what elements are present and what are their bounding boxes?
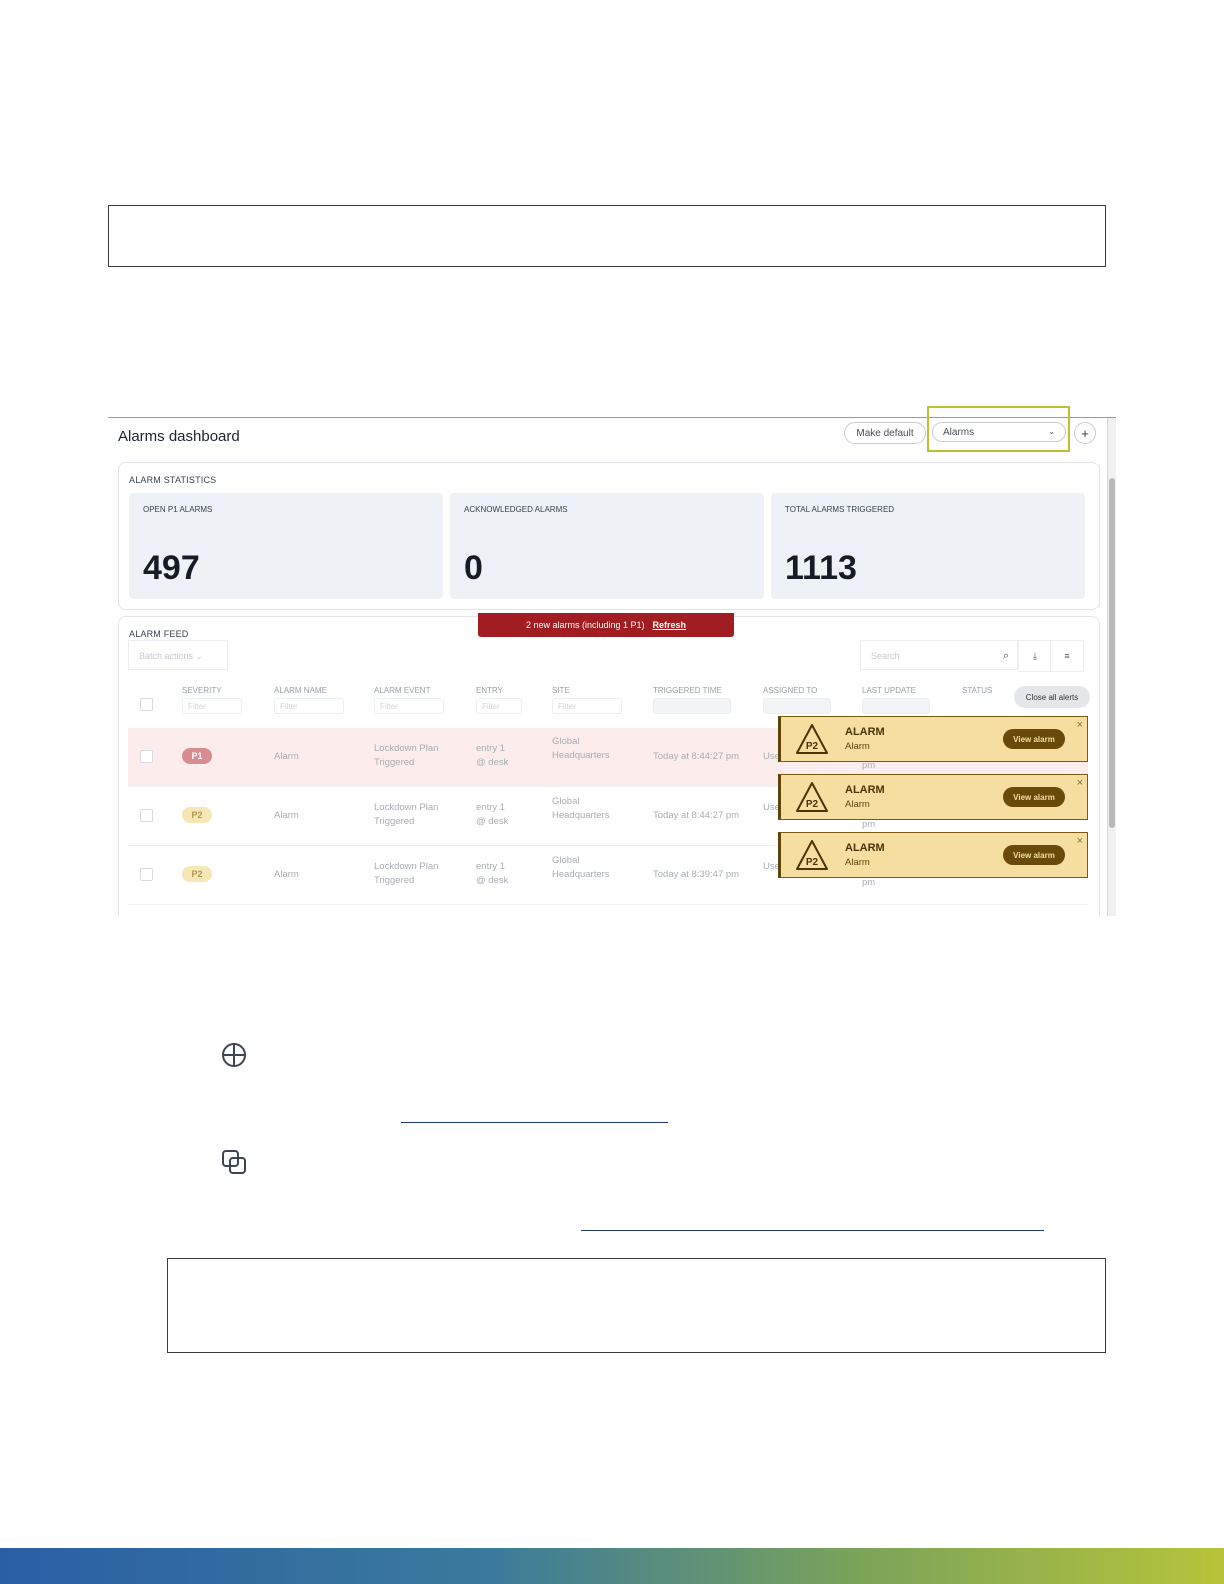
copy-icon: [222, 1150, 246, 1174]
stat-card-total: TOTAL ALARMS TRIGGERED 1113: [771, 493, 1085, 599]
entry-cell: entry 1 @ desk: [476, 861, 509, 886]
stat-value: 0: [464, 549, 483, 587]
make-default-button[interactable]: Make default: [844, 422, 926, 444]
severity-filter[interactable]: Filter: [182, 698, 242, 714]
assigned-to-filter[interactable]: [763, 698, 831, 714]
stat-card-open-p1: OPEN P1 ALARMS 497: [129, 493, 443, 599]
alarms-dashboard-screenshot: Alarms dashboard Make default Alarms ⌄ +…: [108, 417, 1116, 916]
row-checkbox[interactable]: [140, 750, 153, 763]
footer-gradient-bar: [0, 1548, 1224, 1584]
severity-badge: P2: [182, 807, 212, 823]
column-header-site[interactable]: SITE: [552, 686, 570, 695]
column-header-severity[interactable]: SEVERITY: [182, 686, 222, 695]
filter-button[interactable]: ≡: [1050, 640, 1084, 672]
close-icon[interactable]: ×: [1077, 835, 1083, 847]
column-header-alarm-event[interactable]: ALARM EVENT: [374, 686, 430, 695]
stat-label: ACKNOWLEDGED ALARMS: [464, 505, 568, 514]
alarm-toast: P2 ALARM Alarm View alarm ×: [778, 832, 1088, 878]
alarm-event-cell: Lockdown Plan Triggered: [374, 861, 439, 886]
toast-title: ALARM: [845, 842, 885, 854]
alarm-toast: P2 ALARM Alarm View alarm ×: [778, 774, 1088, 820]
column-header-alarm-name[interactable]: ALARM NAME: [274, 686, 327, 695]
stat-label: OPEN P1 ALARMS: [143, 505, 213, 514]
svg-text:P2: P2: [806, 799, 819, 810]
new-alarms-banner: 2 new alarms (including 1 P1) Refresh: [478, 613, 734, 637]
batch-actions-select[interactable]: Batch actions ⌄: [128, 640, 228, 670]
triggered-time-filter[interactable]: [653, 698, 731, 714]
toast-subtitle: Alarm: [845, 857, 870, 868]
refresh-link[interactable]: Refresh: [653, 620, 687, 630]
globe-icon: [222, 1043, 246, 1067]
stat-card-acknowledged: ACKNOWLEDGED ALARMS 0: [450, 493, 764, 599]
close-icon[interactable]: ×: [1077, 719, 1083, 731]
alarm-name-cell: Alarm: [274, 869, 299, 880]
download-icon: ⤓: [1033, 651, 1037, 661]
triggered-time-cell: Today at 8:44:27 pm: [653, 751, 740, 762]
stat-label: TOTAL ALARMS TRIGGERED: [785, 505, 895, 514]
hyperlink-underline[interactable]: [401, 1122, 668, 1123]
toast-subtitle: Alarm: [845, 741, 870, 752]
highlight-annotation: [927, 406, 1070, 452]
triggered-time-cell: Today at 8:44:27 pm: [653, 810, 740, 821]
search-input[interactable]: Search ⌕: [860, 640, 1018, 670]
hyperlink-underline[interactable]: [581, 1230, 1044, 1231]
svg-text:P2: P2: [806, 857, 819, 868]
scrollbar-thumb[interactable]: [1109, 478, 1115, 828]
warning-triangle-icon: P2: [796, 782, 828, 812]
add-dashboard-button[interactable]: +: [1074, 422, 1096, 444]
svg-text:P2: P2: [806, 741, 819, 752]
search-icon[interactable]: ⌕: [1003, 641, 1009, 671]
entry-cell: entry 1 @ desk: [476, 802, 509, 827]
triggered-time-cell: Today at 8:39:47 pm: [653, 869, 740, 880]
select-all-checkbox[interactable]: [140, 698, 153, 711]
download-button[interactable]: ⤓: [1018, 640, 1052, 672]
toast-subtitle: Alarm: [845, 799, 870, 810]
severity-badge: P2: [182, 866, 212, 882]
filter-icon: ≡: [1064, 651, 1070, 661]
vertical-scrollbar[interactable]: [1107, 418, 1116, 916]
alarm-name-cell: Alarm: [274, 751, 299, 762]
last-update-cell: pm: [862, 877, 876, 888]
page-title: Alarms dashboard: [118, 428, 240, 445]
alarm-toast: P2 ALARM Alarm View alarm ×: [778, 716, 1088, 762]
column-header-assigned-to[interactable]: ASSIGNED TO: [763, 686, 817, 695]
alarm-name-cell: Alarm: [274, 810, 299, 821]
warning-triangle-icon: P2: [796, 724, 828, 754]
view-alarm-button[interactable]: View alarm: [1003, 729, 1065, 749]
site-filter[interactable]: Filter: [552, 698, 622, 714]
close-all-alerts-button[interactable]: Close all alerts: [1014, 686, 1090, 708]
site-cell: Global Headquarters: [552, 855, 610, 880]
entry-cell: entry 1 @ desk: [476, 743, 509, 768]
site-cell: Global Headquarters: [552, 796, 610, 821]
alarm-event-cell: Lockdown Plan Triggered: [374, 802, 439, 827]
last-update-cell: pm: [862, 819, 876, 830]
warning-triangle-icon: P2: [796, 840, 828, 870]
stat-value: 1113: [785, 549, 857, 587]
last-update-filter[interactable]: [862, 698, 930, 714]
column-header-entry[interactable]: ENTRY: [476, 686, 503, 695]
callout-box-top: [108, 205, 1106, 267]
alarm-name-filter[interactable]: Filter: [274, 698, 344, 714]
toast-title: ALARM: [845, 726, 885, 738]
alarm-event-cell: Lockdown Plan Triggered: [374, 743, 439, 768]
callout-box-bottom: [167, 1258, 1106, 1353]
close-icon[interactable]: ×: [1077, 777, 1083, 789]
column-header-status[interactable]: STATUS: [962, 686, 992, 695]
view-alarm-button[interactable]: View alarm: [1003, 787, 1065, 807]
alarm-event-filter[interactable]: Filter: [374, 698, 444, 714]
statistics-label: ALARM STATISTICS: [129, 475, 217, 485]
site-cell: Global Headquarters: [552, 736, 610, 761]
severity-badge: P1: [182, 748, 212, 764]
column-header-triggered-time[interactable]: TRIGGERED TIME: [653, 686, 722, 695]
row-checkbox[interactable]: [140, 868, 153, 881]
view-alarm-button[interactable]: View alarm: [1003, 845, 1065, 865]
toast-title: ALARM: [845, 784, 885, 796]
alarm-statistics-panel: ALARM STATISTICS OPEN P1 ALARMS 497 ACKN…: [118, 462, 1100, 610]
feed-label: ALARM FEED: [129, 629, 189, 639]
stat-value: 497: [143, 549, 200, 587]
entry-filter[interactable]: Filter: [476, 698, 522, 714]
column-header-last-update[interactable]: LAST UPDATE: [862, 686, 916, 695]
row-checkbox[interactable]: [140, 809, 153, 822]
